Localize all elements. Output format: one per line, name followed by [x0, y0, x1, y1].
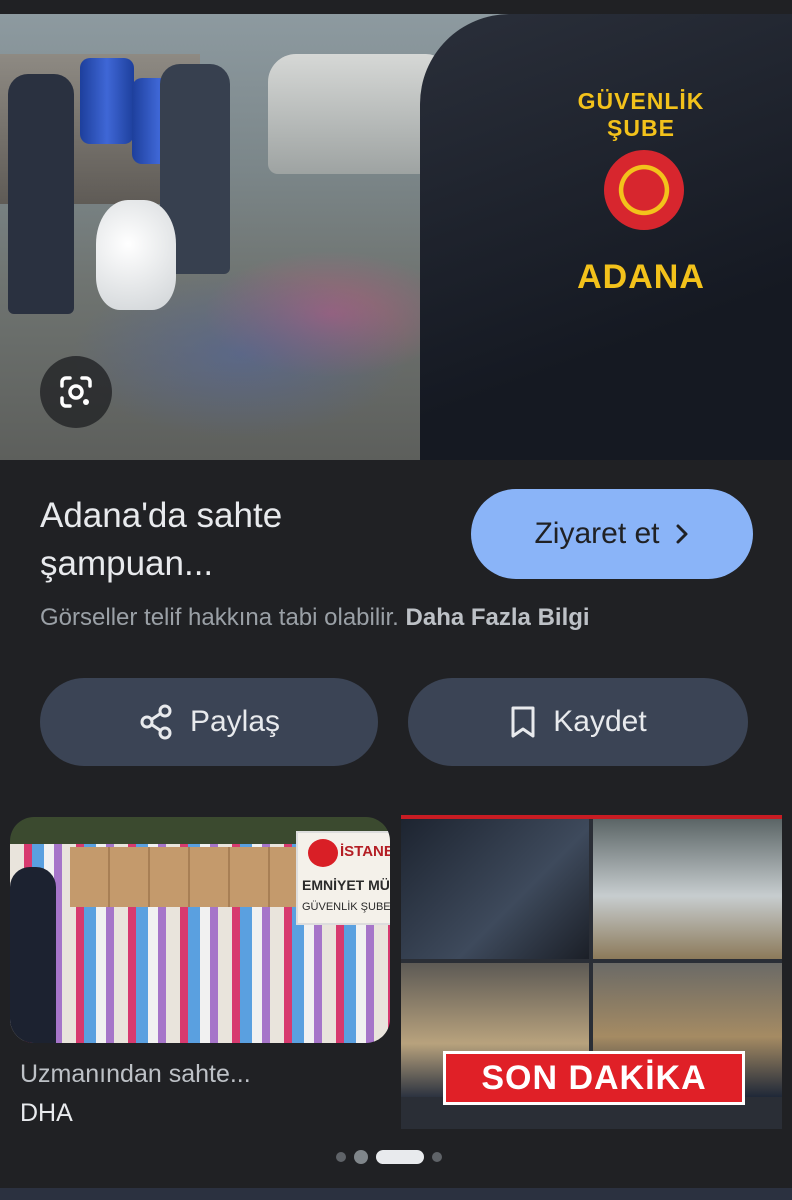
save-button-label: Kaydet — [553, 705, 647, 738]
google-lens-icon — [60, 376, 92, 408]
bookmark-icon — [511, 706, 535, 738]
sign-line-3: GÜVENLİK ŞUBE MÜ — [302, 901, 390, 913]
carousel-dot — [354, 1150, 368, 1164]
barrel-shape — [80, 58, 134, 144]
carousel-dot — [432, 1152, 442, 1162]
officer-shape — [10, 867, 56, 1043]
related-1-source: DHA — [20, 1099, 73, 1127]
related-image-1[interactable]: İSTANBUL EMNİYET MÜD GÜVENLİK ŞUBE MÜ — [10, 817, 390, 1043]
bottom-bar — [0, 1188, 792, 1200]
police-sign: İSTANBUL EMNİYET MÜD GÜVENLİK ŞUBE MÜ — [296, 831, 390, 925]
breaking-news-banner: SON DAKİKA — [443, 1051, 745, 1105]
hero-image[interactable]: GÜVENLİK ŞUBE ADANA — [0, 14, 792, 460]
collage-panel — [401, 819, 589, 959]
related-1-title[interactable]: Uzmanından sahte... — [20, 1060, 251, 1089]
police-emblem-icon — [604, 150, 684, 230]
visit-button[interactable]: Ziyaret et — [471, 489, 753, 579]
copyright-text: Görseller telif hakkına tabi olabilir. — [40, 604, 399, 631]
sign-line-2: EMNİYET MÜD — [302, 877, 390, 893]
google-lens-button[interactable] — [40, 356, 112, 428]
result-title: Adana'da sahte şampuan... — [40, 496, 283, 583]
visit-button-label: Ziyaret et — [534, 517, 660, 550]
share-button[interactable]: Paylaş — [40, 678, 378, 766]
person-shape — [8, 74, 74, 314]
sign-line-1: İSTANBUL — [340, 843, 390, 860]
share-icon — [140, 704, 172, 740]
badge-arc-text: GÜVENLİK ŞUBE — [577, 88, 705, 141]
save-button[interactable]: Kaydet — [408, 678, 748, 766]
carousel-dot-active — [376, 1150, 424, 1164]
turkish-flag-icon — [308, 839, 338, 867]
badge-word-text: ADANA — [577, 258, 705, 296]
learn-more-link[interactable]: Daha Fazla Bilgi — [406, 604, 590, 631]
sack-shape — [96, 200, 176, 310]
carousel-dot — [336, 1152, 346, 1162]
collage-panel — [593, 819, 782, 959]
related-image-2[interactable]: SON DAKİKA — [401, 815, 782, 1129]
carousel-indicator — [336, 1150, 442, 1164]
vest-badge: GÜVENLİK ŞUBE ADANA — [556, 88, 726, 296]
chevron-right-icon — [676, 524, 688, 544]
copyright-notice: Görseller telif hakkına tabi olabilir. D… — [40, 604, 760, 632]
status-bar — [0, 0, 792, 14]
share-button-label: Paylaş — [189, 705, 281, 738]
